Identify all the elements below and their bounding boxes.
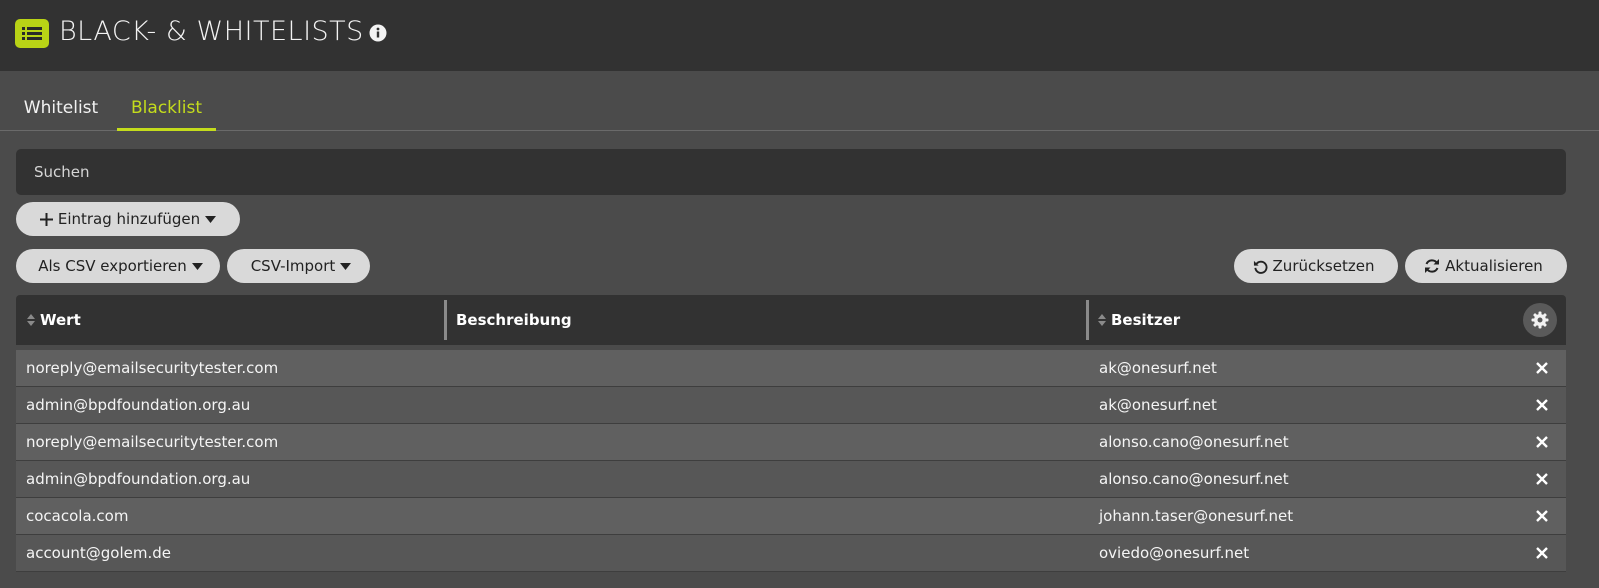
- undo-icon: [1253, 260, 1267, 274]
- tab-bar: Whitelist Blacklist: [0, 71, 1599, 131]
- reset-button[interactable]: Zurücksetzen: [1234, 249, 1398, 283]
- close-icon[interactable]: [1536, 547, 1548, 559]
- gear-icon: [1531, 311, 1549, 329]
- search-input[interactable]: [16, 149, 1566, 195]
- table-row[interactable]: noreply@emailsecuritytester.com ak@onesu…: [16, 350, 1566, 387]
- tab-blacklist[interactable]: Blacklist: [117, 71, 216, 131]
- plus-icon: [39, 212, 53, 226]
- sort-icon[interactable]: [27, 314, 35, 326]
- table-row[interactable]: account@golem.de oviedo@onesurf.net: [16, 535, 1566, 572]
- export-csv-button[interactable]: Als CSV exportieren: [16, 249, 220, 283]
- column-resize-handle[interactable]: [444, 300, 447, 340]
- close-icon[interactable]: [1536, 436, 1548, 448]
- export-csv-label: Als CSV exportieren: [38, 257, 187, 275]
- info-icon[interactable]: [369, 24, 387, 42]
- table-header: Wert Beschreibung Besitzer: [16, 295, 1566, 345]
- caret-down-icon: [340, 262, 352, 270]
- refresh-button[interactable]: Aktualisieren: [1405, 249, 1567, 283]
- add-entry-label: Eintrag hinzufügen: [57, 210, 201, 228]
- cell-wert: cocacola.com: [26, 507, 129, 525]
- cell-wert: noreply@emailsecuritytester.com: [26, 433, 279, 451]
- column-header-besitzer[interactable]: Besitzer: [1111, 295, 1180, 345]
- refresh-icon: [1425, 259, 1440, 273]
- close-icon[interactable]: [1536, 473, 1548, 485]
- table-row[interactable]: noreply@emailsecuritytester.com alonso.c…: [16, 424, 1566, 461]
- cell-besitzer: oviedo@onesurf.net: [1099, 544, 1250, 562]
- cell-besitzer: ak@onesurf.net: [1099, 359, 1217, 377]
- column-settings-button[interactable]: [1523, 303, 1557, 337]
- close-icon[interactable]: [1536, 399, 1548, 411]
- caret-down-icon: [191, 262, 203, 270]
- caret-down-icon: [205, 215, 217, 223]
- cell-wert: admin@bpdfoundation.org.au: [26, 470, 251, 488]
- cell-wert: noreply@emailsecuritytester.com: [26, 359, 279, 377]
- sort-icon[interactable]: [1098, 314, 1106, 326]
- refresh-label: Aktualisieren: [1445, 257, 1543, 275]
- column-header-wert[interactable]: Wert: [40, 295, 81, 345]
- column-header-beschreibung[interactable]: Beschreibung: [456, 295, 572, 345]
- tab-whitelist[interactable]: Whitelist: [15, 71, 107, 131]
- close-icon[interactable]: [1536, 362, 1548, 374]
- add-entry-button[interactable]: Eintrag hinzufügen: [16, 202, 240, 236]
- reset-label: Zurücksetzen: [1272, 257, 1375, 275]
- csv-import-label: CSV-Import: [250, 257, 336, 275]
- table-row[interactable]: admin@bpdfoundation.org.au ak@onesurf.ne…: [16, 387, 1566, 424]
- app-header: BLACK- & WHITELISTS: [0, 0, 1599, 71]
- cell-besitzer: alonso.cano@onesurf.net: [1099, 433, 1289, 451]
- cell-wert: account@golem.de: [26, 544, 171, 562]
- table-row[interactable]: admin@bpdfoundation.org.au alonso.cano@o…: [16, 461, 1566, 498]
- cell-besitzer: ak@onesurf.net: [1099, 396, 1217, 414]
- page-title: BLACK- & WHITELISTS: [59, 16, 364, 47]
- list-icon: [15, 19, 49, 48]
- close-icon[interactable]: [1536, 510, 1548, 522]
- column-resize-handle[interactable]: [1086, 300, 1089, 340]
- table-body: noreply@emailsecuritytester.com ak@onesu…: [16, 350, 1566, 572]
- cell-besitzer: alonso.cano@onesurf.net: [1099, 470, 1289, 488]
- csv-import-button[interactable]: CSV-Import: [227, 249, 370, 283]
- cell-wert: admin@bpdfoundation.org.au: [26, 396, 251, 414]
- table-row[interactable]: cocacola.com johann.taser@onesurf.net: [16, 498, 1566, 535]
- cell-besitzer: johann.taser@onesurf.net: [1099, 507, 1294, 525]
